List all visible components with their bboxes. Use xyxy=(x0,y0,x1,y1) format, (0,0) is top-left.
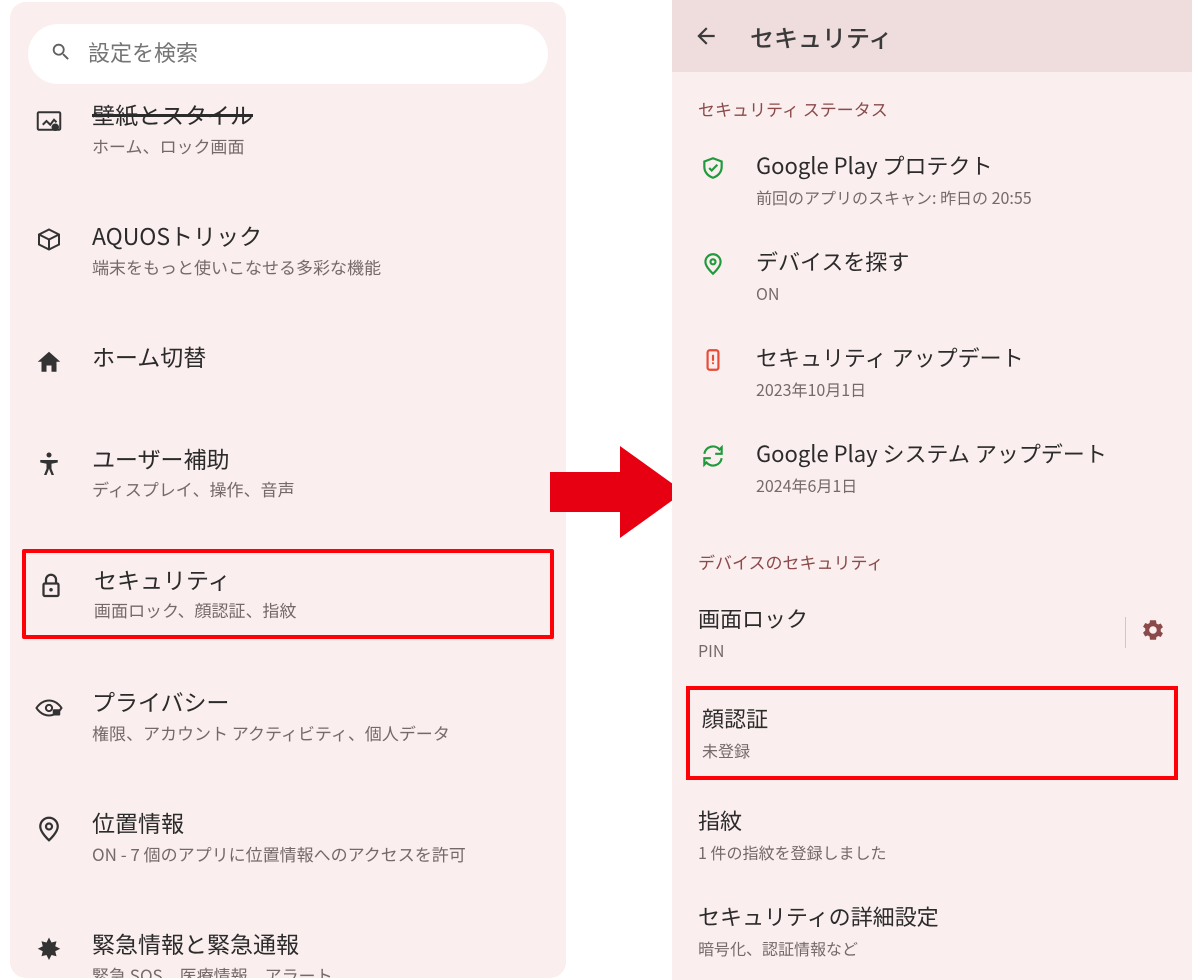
list-item-subtitle: ディスプレイ、操作、音声 xyxy=(92,478,294,500)
list-item-title: 位置情報 xyxy=(92,808,466,837)
refresh-icon xyxy=(698,441,728,471)
location-icon xyxy=(32,812,66,846)
list-item-security[interactable]: セキュリティ 画面ロック、顔認証、指紋 xyxy=(34,565,542,622)
row-find-device[interactable]: デバイスを探す ON xyxy=(672,227,1192,323)
list-item-title: ユーザー補助 xyxy=(92,444,294,473)
transition-arrow-icon xyxy=(550,442,684,542)
row-text: デバイスを探す ON xyxy=(756,245,909,305)
accessibility-icon xyxy=(32,448,66,482)
row-title: セキュリティの詳細設定 xyxy=(698,900,939,932)
row-title: Google Play システム アップデート xyxy=(756,437,1107,469)
row-subtitle: 未登録 xyxy=(702,738,768,762)
list-item-text: セキュリティ 画面ロック、顔認証、指紋 xyxy=(94,565,296,622)
list-item-title: セキュリティ xyxy=(94,565,296,594)
row-title: セキュリティ アップデート xyxy=(756,341,1024,373)
section-label-status: セキュリティ ステータス xyxy=(672,72,1192,131)
row-text: 顔認証 未登録 xyxy=(702,702,768,762)
row-play-protect[interactable]: Google Play プロテクト 前回のアプリのスキャン: 昨日の 20:55 xyxy=(672,131,1192,227)
list-item-emergency[interactable]: 緊急情報と緊急通報 緊急 SOS、医療情報、アラート xyxy=(10,909,566,978)
eye-lock-icon xyxy=(32,691,66,725)
list-item-wallpaper[interactable]: 壁紙とスタイル ホーム、ロック画面 xyxy=(10,98,566,177)
row-fingerprint[interactable]: 指紋 1 件の指紋を登録しました xyxy=(672,786,1192,882)
list-item-title: プライバシー xyxy=(92,687,450,716)
header-title: セキュリティ xyxy=(750,19,893,54)
list-item-text: プライバシー 権限、アカウント アクティビティ、個人データ xyxy=(92,687,450,744)
list-item-text: AQUOSトリック 端末をもっと使いこなせる多彩な機能 xyxy=(92,221,381,278)
cube-icon xyxy=(32,225,66,259)
highlight-security: セキュリティ 画面ロック、顔認証、指紋 xyxy=(22,549,554,640)
list-item-subtitle: ON - 7 個のアプリに位置情報へのアクセスを許可 xyxy=(92,843,466,865)
list-item-aquos[interactable]: AQUOSトリック 端末をもっと使いこなせる多彩な機能 xyxy=(10,201,566,298)
list-item-text: 壁紙とスタイル ホーム、ロック画面 xyxy=(92,100,253,157)
settings-list: 壁紙とスタイル ホーム、ロック画面 AQUOSトリック 端末をもっと使いこなせる… xyxy=(10,98,566,978)
row-subtitle: 2023年10月1日 xyxy=(756,377,1024,401)
search-bar-container xyxy=(10,2,566,98)
security-body: セキュリティ ステータス Google Play プロテクト 前回のアプリのスキ… xyxy=(672,72,1192,980)
row-title: Google Play プロテクト xyxy=(756,149,1032,181)
row-face[interactable]: 顔認証 未登録 xyxy=(702,702,1162,762)
list-item-title: 緊急情報と緊急通報 xyxy=(92,929,333,958)
phone-alert-icon xyxy=(698,345,728,375)
row-subtitle: 1 件の指紋を登録しました xyxy=(698,840,886,864)
list-item-subtitle: 画面ロック、顔認証、指紋 xyxy=(94,599,296,621)
row-title: 顔認証 xyxy=(702,702,768,734)
list-item-privacy[interactable]: プライバシー 権限、アカウント アクティビティ、個人データ xyxy=(10,667,566,764)
row-advanced[interactable]: セキュリティの詳細設定 暗号化、認証情報など xyxy=(672,882,1192,978)
search-input[interactable] xyxy=(88,41,526,67)
row-play-system-update[interactable]: Google Play システム アップデート 2024年6月1日 xyxy=(672,419,1192,515)
search-bar[interactable] xyxy=(28,24,548,84)
row-subtitle: 前回のアプリのスキャン: 昨日の 20:55 xyxy=(756,185,1032,209)
shield-check-icon xyxy=(698,153,728,183)
list-item-home[interactable]: ホーム切替 xyxy=(10,322,566,400)
list-item-subtitle: ホーム、ロック画面 xyxy=(92,135,253,157)
list-item-text: ホーム切替 xyxy=(92,342,206,371)
lock-icon xyxy=(34,569,68,603)
list-item-subtitle: 端末をもっと使いこなせる多彩な機能 xyxy=(92,256,381,278)
back-button[interactable] xyxy=(690,20,722,52)
list-item-text: 位置情報 ON - 7 個のアプリに位置情報へのアクセスを許可 xyxy=(92,808,466,865)
section-label-device: デバイスのセキュリティ xyxy=(672,515,1192,584)
row-subtitle: ON xyxy=(756,281,909,305)
row-text: セキュリティの詳細設定 暗号化、認証情報など xyxy=(698,900,939,960)
security-screen: セキュリティ セキュリティ ステータス Google Play プロテクト 前回… xyxy=(672,0,1192,980)
emergency-icon xyxy=(32,933,66,967)
row-text: セキュリティ アップデート 2023年10月1日 xyxy=(756,341,1024,401)
list-item-accessibility[interactable]: ユーザー補助 ディスプレイ、操作、音声 xyxy=(10,424,566,521)
list-item-title: AQUOSトリック xyxy=(92,221,381,250)
row-security-update[interactable]: セキュリティ アップデート 2023年10月1日 xyxy=(672,323,1192,419)
list-item-subtitle: 緊急 SOS、医療情報、アラート xyxy=(92,964,333,978)
list-item-text: ユーザー補助 ディスプレイ、操作、音声 xyxy=(92,444,294,501)
row-subtitle: PIN xyxy=(698,638,808,662)
pin-icon xyxy=(698,249,728,279)
wallpaper-icon xyxy=(32,104,66,138)
row-title: 指紋 xyxy=(698,804,886,836)
list-item-text: 緊急情報と緊急通報 緊急 SOS、医療情報、アラート xyxy=(92,929,333,978)
list-item-subtitle: 権限、アカウント アクティビティ、個人データ xyxy=(92,722,450,744)
security-header: セキュリティ xyxy=(672,0,1192,72)
row-text: Google Play プロテクト 前回のアプリのスキャン: 昨日の 20:55 xyxy=(756,149,1032,209)
row-title: 画面ロック xyxy=(698,602,808,634)
list-item-title: ホーム切替 xyxy=(92,342,206,371)
home-icon xyxy=(32,346,66,380)
settings-list-screen: 壁紙とスタイル ホーム、ロック画面 AQUOSトリック 端末をもっと使いこなせる… xyxy=(10,2,566,978)
row-text: 画面ロック PIN xyxy=(698,602,808,662)
highlight-face: 顔認証 未登録 xyxy=(686,686,1178,780)
gear-icon xyxy=(1140,624,1166,648)
list-item-title: 壁紙とスタイル xyxy=(92,100,253,129)
row-subtitle: 暗号化、認証情報など xyxy=(698,936,939,960)
search-icon xyxy=(50,41,72,68)
row-screen-lock[interactable]: 画面ロック PIN xyxy=(672,584,1192,680)
row-title: デバイスを探す xyxy=(756,245,909,277)
row-subtitle: 2024年6月1日 xyxy=(756,473,1107,497)
list-item-location[interactable]: 位置情報 ON - 7 個のアプリに位置情報へのアクセスを許可 xyxy=(10,788,566,885)
row-text: Google Play システム アップデート 2024年6月1日 xyxy=(756,437,1107,497)
screen-lock-settings-button[interactable] xyxy=(1125,617,1166,648)
row-text: 指紋 1 件の指紋を登録しました xyxy=(698,804,886,864)
